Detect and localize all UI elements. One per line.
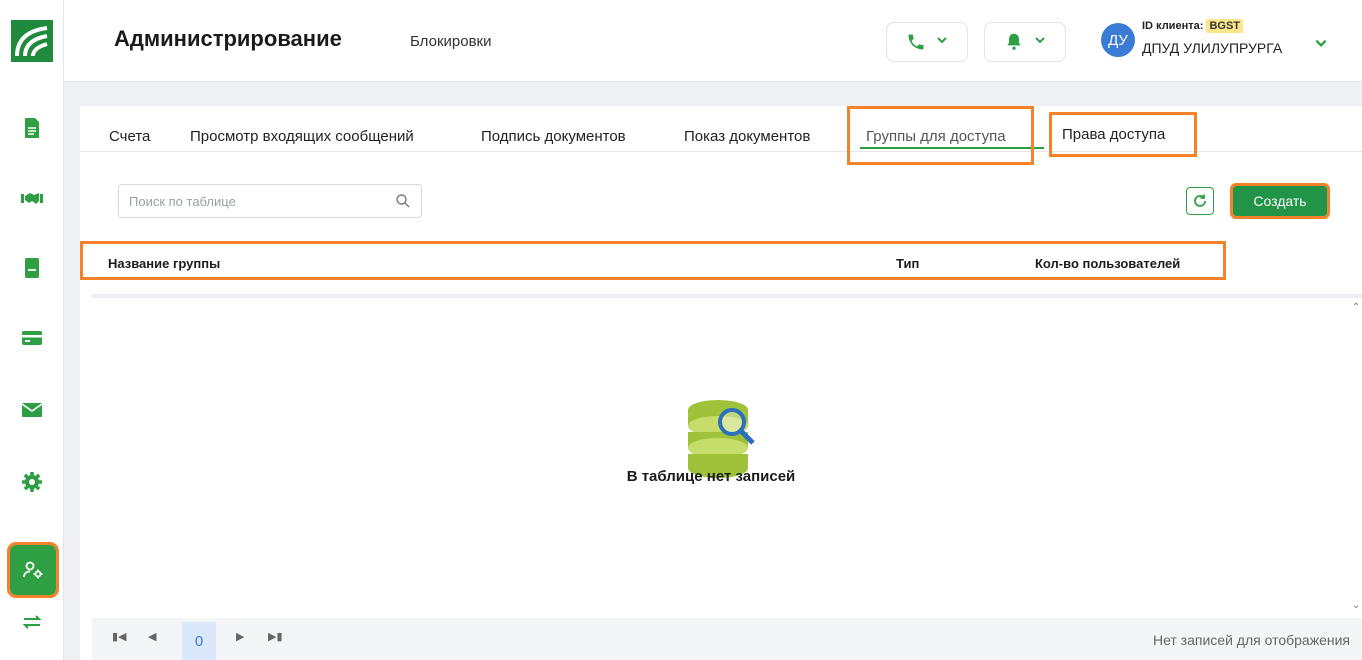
search-icon[interactable] bbox=[395, 193, 411, 209]
last-page-button[interactable]: ▶▮ bbox=[268, 630, 283, 643]
first-page-button[interactable]: ▮◀ bbox=[112, 630, 127, 643]
sidebar-item-partners[interactable] bbox=[12, 178, 52, 218]
sidebar-item-directory[interactable] bbox=[12, 248, 52, 288]
column-header-user-count[interactable]: Кол-во пользователей bbox=[1035, 256, 1180, 271]
client-id-label: ID клиента: bbox=[1142, 20, 1204, 32]
user-settings-icon bbox=[23, 561, 43, 579]
refresh-button[interactable] bbox=[1186, 187, 1214, 215]
bell-icon bbox=[1007, 33, 1021, 50]
sidebar-item-administration[interactable] bbox=[7, 542, 59, 598]
chevron-down-icon bbox=[1315, 39, 1327, 47]
sidebar bbox=[0, 0, 64, 660]
bank-logo-icon[interactable] bbox=[11, 20, 53, 62]
search-box bbox=[118, 184, 422, 218]
card-icon bbox=[22, 331, 42, 345]
pagination-bar: ▮◀ ◀ 0 ▶ ▶▮ Нет записей для отображения bbox=[92, 618, 1362, 660]
pager-status: Нет записей для отображения bbox=[1152, 632, 1350, 648]
handshake-icon bbox=[21, 193, 43, 204]
page-subtitle[interactable]: Блокировки bbox=[410, 33, 491, 50]
sidebar-item-settings[interactable] bbox=[12, 462, 52, 502]
empty-table-message: В таблице нет записей bbox=[626, 468, 796, 485]
client-id: ID клиента: BGST bbox=[1142, 19, 1244, 33]
avatar[interactable]: ДУ bbox=[1101, 23, 1135, 57]
prev-page-button[interactable]: ◀ bbox=[148, 630, 156, 643]
sidebar-item-messages[interactable] bbox=[12, 390, 52, 430]
next-page-button[interactable]: ▶ bbox=[236, 630, 244, 643]
scroll-down-arrow[interactable]: ⌄ bbox=[1352, 600, 1360, 611]
phone-icon bbox=[908, 34, 924, 50]
transfer-icon bbox=[22, 615, 42, 629]
column-header-group-name[interactable]: Название группы bbox=[108, 256, 220, 271]
tab-document-signing[interactable]: Подпись документов bbox=[481, 128, 626, 145]
tab-accounts[interactable]: Счета bbox=[109, 128, 150, 145]
refresh-icon bbox=[1194, 194, 1206, 207]
search-input[interactable] bbox=[129, 193, 369, 209]
highlight-access-rights-tab bbox=[1049, 112, 1197, 157]
client-name[interactable]: ДПУД УЛИЛУПРУРГА bbox=[1142, 40, 1282, 56]
main-card: Счета Просмотр входящих сообщений Подпис… bbox=[80, 106, 1362, 660]
top-header: Администрирование Блокировки ДУ ID клиен… bbox=[64, 0, 1362, 82]
phone-button[interactable] bbox=[886, 22, 968, 62]
mail-icon bbox=[21, 403, 43, 417]
notifications-button[interactable] bbox=[984, 22, 1066, 62]
column-header-type[interactable]: Тип bbox=[896, 256, 919, 271]
chevron-down-icon bbox=[1035, 37, 1045, 44]
tab-document-display[interactable]: Показ документов bbox=[684, 128, 810, 145]
user-menu-toggle[interactable] bbox=[1314, 36, 1328, 55]
sidebar-item-documents[interactable] bbox=[12, 108, 52, 148]
chevron-down-icon bbox=[937, 37, 947, 44]
sidebar-item-exchange[interactable] bbox=[12, 602, 52, 642]
book-icon bbox=[25, 258, 39, 278]
gear-icon bbox=[22, 472, 42, 492]
scroll-up-arrow[interactable]: ⌃ bbox=[1352, 302, 1360, 313]
client-id-badge: BGST bbox=[1206, 19, 1244, 33]
sidebar-item-cards[interactable] bbox=[12, 318, 52, 358]
table-header-divider bbox=[92, 294, 1362, 298]
document-icon bbox=[25, 118, 39, 138]
page-title: Администрирование bbox=[114, 26, 342, 51]
highlight-access-groups-tab bbox=[847, 106, 1034, 165]
current-page[interactable]: 0 bbox=[182, 622, 216, 660]
create-button[interactable]: Создать bbox=[1230, 183, 1330, 219]
tab-incoming-messages[interactable]: Просмотр входящих сообщений bbox=[190, 128, 414, 145]
